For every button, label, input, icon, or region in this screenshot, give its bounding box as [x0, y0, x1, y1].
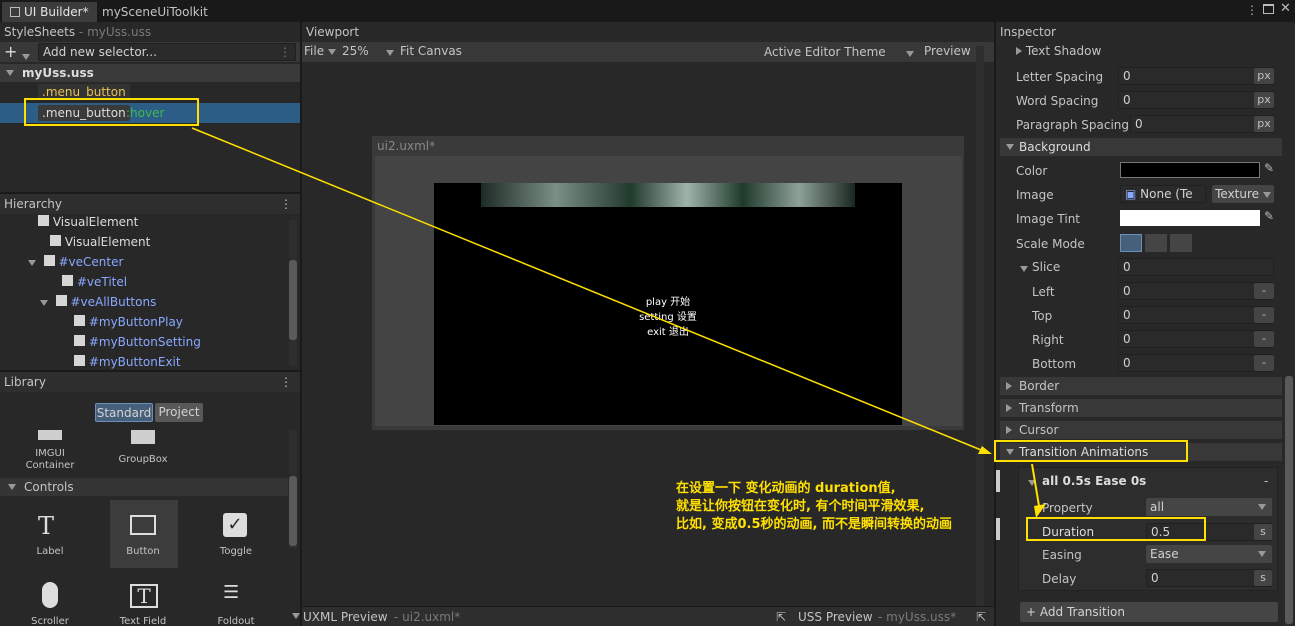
- arrow-line-duration: [1031, 463, 1041, 513]
- arrow-head-duration: [1034, 504, 1046, 518]
- arrow-head-selector: [978, 446, 992, 454]
- arrow-line-selector: [191, 127, 987, 453]
- annotation-arrows: [191, 127, 1046, 518]
- annotation-note: 在设置一下 变化动画的 duration值, 就是让你按钮在变化时, 有个时间平…: [676, 481, 952, 532]
